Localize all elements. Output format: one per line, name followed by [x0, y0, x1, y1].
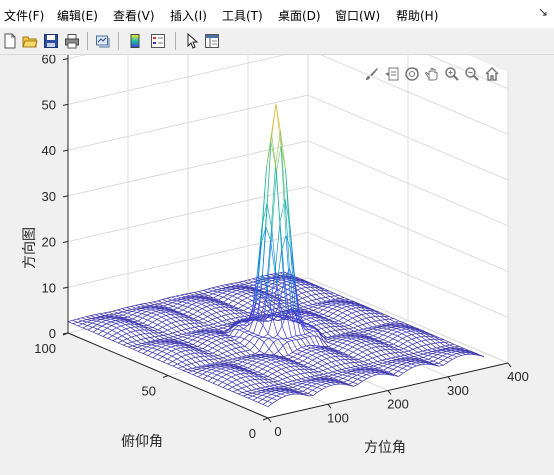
toolbar-separator — [118, 32, 119, 50]
x-axis-label: 方位角 — [364, 440, 406, 456]
y-tick-label: 0 — [249, 426, 256, 441]
z-tick-label: 20 — [42, 235, 56, 250]
z-tick-label: 50 — [42, 97, 56, 112]
menu-file[interactable]: 文件(F) — [4, 7, 44, 24]
x-tick-label: 200 — [387, 397, 409, 412]
z-tick-label: 30 — [42, 189, 56, 204]
z-tick-mark — [63, 333, 68, 334]
z-tick-mark — [63, 196, 68, 197]
x-tick-label: 0 — [274, 424, 281, 439]
y-axis-label: 俯仰角 — [121, 434, 163, 450]
x-tick-mark — [388, 391, 391, 395]
z-tick-mark — [63, 150, 68, 151]
open-icon[interactable] — [20, 31, 40, 51]
zoom-in-icon[interactable] — [442, 64, 462, 84]
print-icon[interactable] — [62, 31, 82, 51]
x-tick-mark — [448, 377, 451, 381]
menu-view[interactable]: 查看(V) — [113, 7, 155, 24]
data-tips-icon[interactable] — [382, 64, 402, 84]
z-tick-mark — [63, 104, 68, 105]
new-figure-icon[interactable] — [0, 31, 20, 51]
z-tick-label: 0 — [49, 326, 56, 341]
edit-plot-icon[interactable] — [182, 31, 202, 51]
menu-bar: 文件(F) 编辑(E) 查看(V) 插入(I) 工具(T) 桌面(D) 窗口(W… — [0, 0, 554, 29]
x-tick-label: 300 — [447, 383, 469, 398]
y-tick-mark — [163, 376, 168, 378]
x-tick-mark — [328, 404, 331, 408]
rotate-3d-icon[interactable] — [402, 64, 422, 84]
legend-icon[interactable] — [148, 31, 168, 51]
menu-window[interactable]: 窗口(W) — [335, 7, 380, 24]
zoom-out-icon[interactable] — [462, 64, 482, 84]
figure-canvas: 01002003004000501000102030405060 方向图 俯仰角… — [0, 55, 554, 471]
dock-arrow-icon[interactable]: ↘ — [538, 5, 548, 19]
surface-plot[interactable]: 01002003004000501000102030405060 方向图 俯仰角… — [0, 55, 554, 471]
restore-view-icon[interactable] — [482, 64, 502, 84]
pan-icon[interactable] — [422, 64, 442, 84]
z-axis-label: 方向图 — [22, 227, 38, 269]
y-tick-mark — [263, 418, 268, 420]
figure-toolbar — [0, 28, 554, 55]
brush-icon[interactable] — [362, 64, 382, 84]
toolbar-separator — [87, 32, 88, 50]
z-tick-mark — [63, 242, 68, 243]
menu-help[interactable]: 帮助(H) — [396, 7, 438, 24]
z-tick-label: 10 — [42, 280, 56, 295]
z-tick-mark — [63, 59, 68, 60]
menu-insert[interactable]: 插入(I) — [170, 7, 207, 24]
x-tick-mark — [268, 418, 271, 422]
toolbar-separator — [175, 32, 176, 50]
menu-tools[interactable]: 工具(T) — [222, 7, 263, 24]
property-inspector-icon[interactable] — [202, 31, 222, 51]
menu-desktop[interactable]: 桌面(D) — [278, 7, 321, 24]
menu-edit[interactable]: 编辑(E) — [57, 7, 98, 24]
z-tick-label: 40 — [42, 143, 56, 158]
z-tick-label: 60 — [42, 55, 56, 67]
y-tick-label: 50 — [142, 384, 156, 399]
save-icon[interactable] — [41, 31, 61, 51]
colorbar-icon[interactable] — [125, 31, 145, 51]
y-tick-label: 100 — [34, 341, 56, 356]
x-tick-label: 400 — [507, 369, 529, 384]
z-tick-mark — [63, 287, 68, 288]
link-plot-icon[interactable] — [93, 31, 113, 51]
x-tick-mark — [508, 363, 511, 367]
surface-line — [200, 330, 205, 331]
x-tick-label: 100 — [327, 410, 349, 425]
